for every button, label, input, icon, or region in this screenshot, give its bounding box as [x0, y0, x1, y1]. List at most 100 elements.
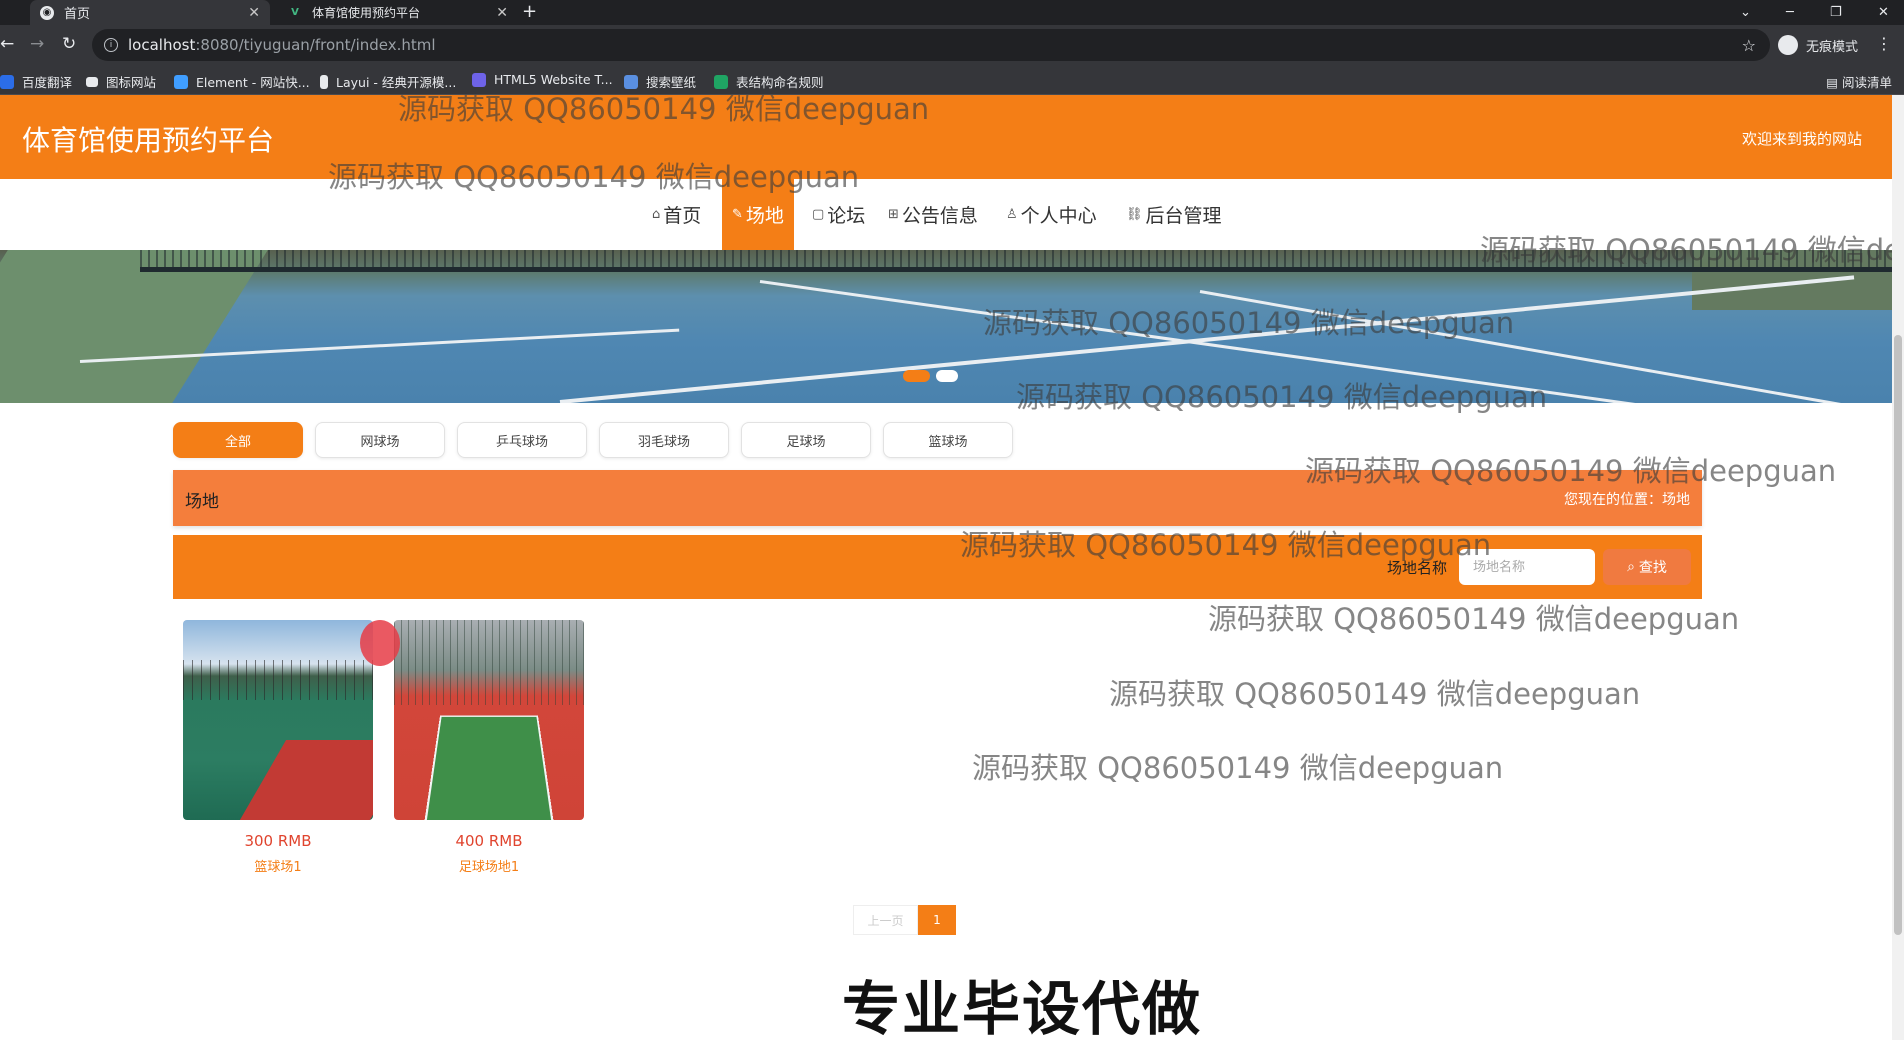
bookmark-item[interactable]: 百度翻译 [0, 72, 72, 91]
nav-profile[interactable]: ♙ 个人中心 [1006, 179, 1097, 250]
bookmarks-bar: 百度翻译 图标网站 Element - 网站快... Layui - 经典开源模… [0, 65, 1904, 95]
close-icon[interactable]: ✕ [248, 5, 260, 21]
flag-icon [86, 77, 98, 87]
bookmark-item[interactable]: 搜索壁纸 [624, 72, 696, 91]
banner-court-edge [0, 250, 268, 403]
carousel-dots [903, 370, 958, 382]
address-bar: ← → ↻ i localhost:8080/tiyuguan/front/in… [0, 25, 1904, 65]
venue-price: 400 RMB [394, 832, 584, 850]
page-number[interactable]: 1 [918, 905, 956, 935]
prev-page-button[interactable]: 上一页 [853, 905, 918, 935]
star-icon[interactable]: ☆ [1742, 36, 1756, 55]
restore-icon[interactable]: ❐ [1830, 0, 1842, 25]
nav-label: 公告信息 [902, 201, 978, 228]
bookmark-item[interactable]: 图标网站 [86, 72, 156, 91]
browser-tab-bar: ◉ 首页 ✕ V 体育馆使用预约平台 ✕ + ⌄ ─ ❐ ✕ [0, 0, 1904, 25]
bookmark-label: HTML5 Website T... [494, 72, 613, 87]
site-title: 体育馆使用预约平台 [22, 119, 274, 159]
site-header: 体育馆使用预约平台 欢迎来到我的网站 [0, 95, 1892, 179]
forward-icon[interactable]: → [30, 34, 44, 54]
filter-badminton[interactable]: 羽毛球场 [599, 422, 729, 458]
venue-price: 300 RMB [183, 832, 373, 850]
incognito-icon [1778, 35, 1798, 55]
window-close-icon[interactable]: ✕ [1878, 0, 1889, 25]
watermark: 源码获取 QQ86050149 微信deepguan [1016, 374, 1547, 416]
filter-basketball[interactable]: 篮球场 [883, 422, 1013, 458]
venue-card[interactable]: 400 RMB 足球场地1 [394, 620, 584, 875]
venue-image[interactable] [183, 620, 373, 820]
element-icon [174, 75, 188, 89]
browser-tab-home[interactable]: ◉ 首页 ✕ [30, 0, 270, 25]
venue-name[interactable]: 足球场地1 [394, 856, 584, 875]
user-icon: ♙ [1006, 207, 1018, 222]
bookmark-label: Layui - 经典开源模... [336, 72, 456, 91]
watermark: 源码获取 QQ86050149 微信deepguan [960, 522, 1491, 564]
watermark: 源码获取 QQ86050149 微信deepguan [1109, 671, 1640, 713]
bookmark-label: 搜索壁纸 [646, 72, 696, 91]
fence-decoration [394, 620, 584, 705]
category-filters: 全部 网球场 乒乓球场 羽毛球场 足球场 篮球场 [173, 422, 1013, 458]
nav-admin[interactable]: ⛓ 后台管理 [1126, 179, 1222, 250]
reading-list-label: 阅读清单 [1842, 75, 1892, 90]
home-icon: ⌂ [652, 207, 660, 222]
search-button[interactable]: ⌕ 查找 [1603, 549, 1691, 585]
tab-title: 首页 [64, 3, 90, 22]
scrollbar-thumb[interactable] [1894, 335, 1902, 935]
html5-icon [472, 73, 486, 87]
venue-name[interactable]: 篮球场1 [183, 856, 373, 875]
book-icon: ▢ [812, 207, 824, 222]
promo-text: 专业毕设代做 [842, 962, 1202, 1040]
nav-label: 个人中心 [1021, 201, 1097, 228]
tab-search-icon[interactable]: ⌄ [1740, 0, 1751, 25]
bookmark-item[interactable]: Element - 网站快... [174, 72, 310, 91]
layui-icon [320, 75, 328, 89]
minimize-icon[interactable]: ─ [1786, 0, 1794, 25]
new-tab-icon[interactable]: + [522, 1, 537, 22]
location-text: 您现在的位置：场地 [1564, 489, 1690, 509]
watermark: 源码获取 QQ86050149 微信deepguan [972, 745, 1503, 787]
page-scrollbar[interactable] [1892, 95, 1904, 1040]
incognito-indicator[interactable]: 无痕模式 [1778, 35, 1858, 55]
more-icon[interactable]: ⋮ [1876, 34, 1892, 53]
carousel-dot[interactable] [903, 370, 930, 382]
bookmark-label: Element - 网站快... [196, 72, 310, 91]
welcome-text: 欢迎来到我的网站 [1742, 128, 1862, 149]
banner-carousel[interactable] [0, 250, 1892, 403]
watermark: 源码获取 QQ86050149 微信deepguan [398, 95, 929, 128]
court-decoration [240, 740, 373, 820]
globe-icon: ◉ [40, 6, 54, 20]
filter-table-tennis[interactable]: 乒乓球场 [457, 422, 587, 458]
tab-title: 体育馆使用预约平台 [312, 4, 420, 21]
nav-label: 后台管理 [1146, 201, 1222, 228]
watermark: 源码获取 QQ86050149 微信deepguan [983, 300, 1514, 342]
back-icon[interactable]: ← [0, 34, 14, 54]
fence-decoration [183, 660, 373, 700]
filter-tennis[interactable]: 网球场 [315, 422, 445, 458]
browser-tab-platform[interactable]: V 体育馆使用预约平台 ✕ [278, 0, 518, 25]
search-icon: ⌕ [1627, 559, 1635, 575]
watermark: 源码获取 QQ86050149 微信deepguan [1208, 596, 1739, 638]
reading-list[interactable]: ▤ 阅读清单 [1826, 72, 1892, 91]
reload-icon[interactable]: ↻ [62, 34, 76, 54]
info-icon[interactable]: i [104, 38, 118, 52]
cursor-highlight [360, 620, 400, 666]
close-icon[interactable]: ✕ [496, 5, 508, 21]
pagination: 上一页 1 [853, 905, 956, 935]
bookmark-label: 图标网站 [106, 72, 156, 91]
vue-icon: V [288, 6, 302, 20]
bookmark-item[interactable]: 表结构命名规则 [714, 72, 824, 91]
watermark: 源码获取 QQ86050149 微信deepguan [1480, 227, 1892, 269]
bookmark-item[interactable]: Layui - 经典开源模... [320, 72, 456, 91]
edit-icon: ✎ [732, 207, 743, 222]
carousel-dot[interactable] [936, 370, 958, 382]
filter-football[interactable]: 足球场 [741, 422, 871, 458]
venue-card[interactable]: 300 RMB 篮球场1 [183, 620, 373, 875]
bookmark-item[interactable]: HTML5 Website T... [472, 72, 613, 87]
url-field[interactable]: i localhost:8080/tiyuguan/front/index.ht… [92, 29, 1770, 61]
nav-label: 首页 [663, 201, 701, 228]
search-button-label: 查找 [1639, 557, 1667, 577]
nav-notice[interactable]: ⊞ 公告信息 [888, 179, 978, 250]
filter-all[interactable]: 全部 [173, 422, 303, 458]
watermark: 源码获取 QQ86050149 微信deepguan [1305, 448, 1836, 490]
venue-image[interactable] [394, 620, 584, 820]
